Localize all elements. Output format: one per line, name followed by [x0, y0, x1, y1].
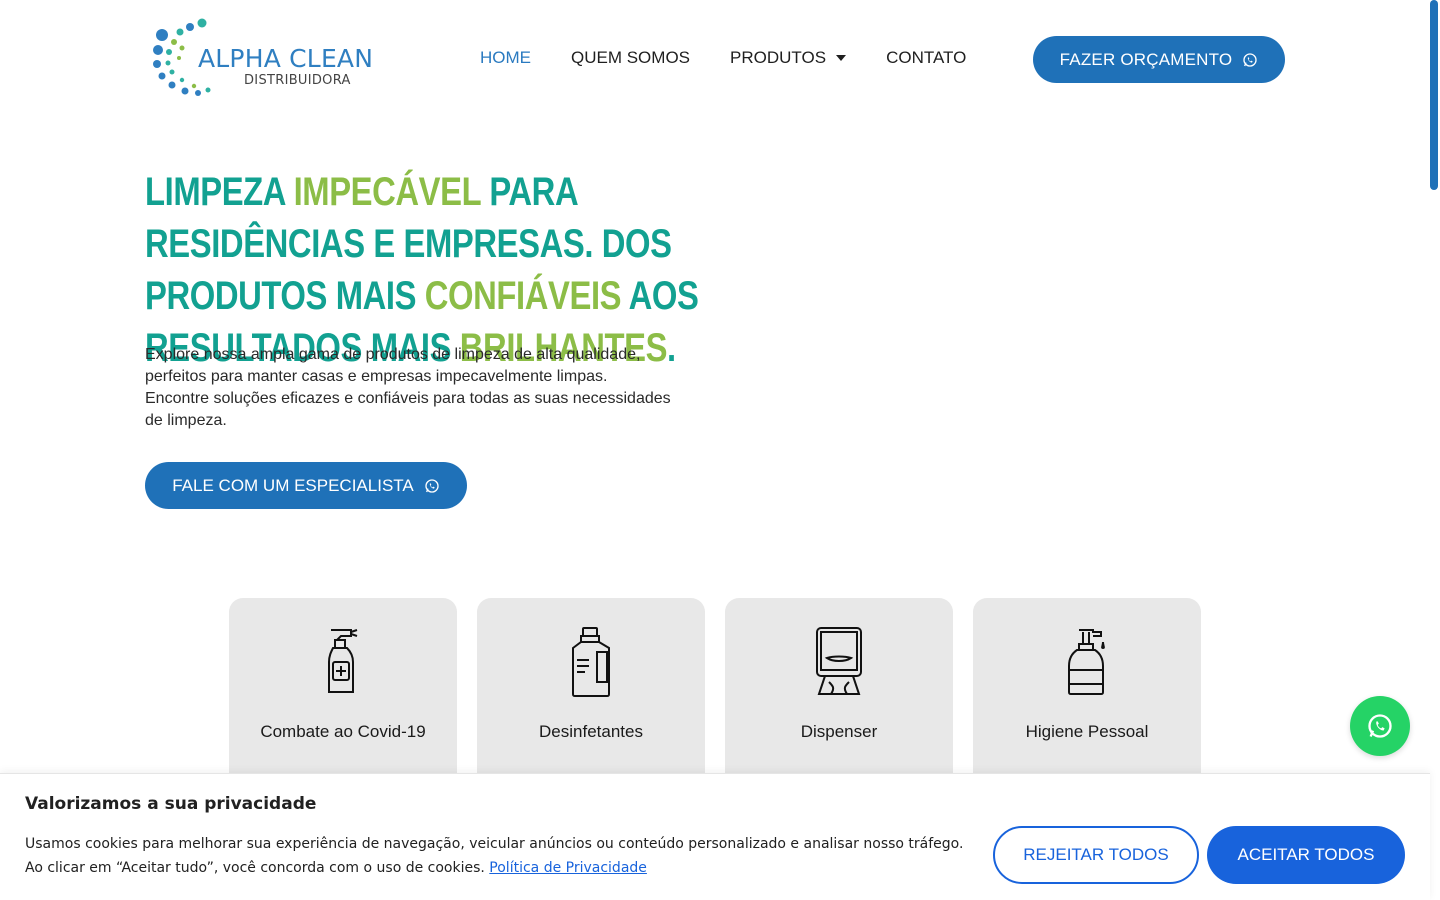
- privacy-policy-link[interactable]: Política de Privacidade: [489, 860, 647, 876]
- category-card-dispenser[interactable]: Dispenser: [725, 598, 953, 798]
- hero-heading: LIMPEZA IMPECÁVEL PARA RESIDÊNCIAS E EMP…: [145, 166, 705, 374]
- cookie-title: Valorizamos a sua privacidade: [25, 794, 317, 814]
- nav-item-label: HOME: [480, 48, 531, 67]
- whatsapp-icon: [1368, 714, 1392, 738]
- nav-item-label: PRODUTOS: [730, 48, 827, 67]
- hero-description: Explore nossa ampla gama de produtos de …: [145, 346, 671, 429]
- soap-pump-icon: [1068, 629, 1105, 695]
- cookie-text-line: Usamos cookies para melhorar sua experiê…: [25, 836, 964, 852]
- request-quote-label: FAZER ORÇAMENTO: [1059, 49, 1233, 69]
- main-nav: HOME QUEM SOMOS PRODUTOS CONTATO: [480, 48, 1006, 68]
- nav-item-produtos[interactable]: PRODUTOS: [730, 48, 847, 68]
- category-label: Higiene Pessoal: [1025, 722, 1149, 741]
- detergent-jug-icon: [572, 627, 610, 697]
- hero-heading-highlight: CONFIÁVEIS: [424, 274, 622, 318]
- accept-all-button[interactable]: ACEITAR TODOS: [1207, 826, 1405, 884]
- category-cards: Combate ao Covid-19 Desinfetantes Dispen…: [229, 598, 1221, 798]
- paper-towel-dispenser-icon: [816, 627, 862, 695]
- brand-subtitle: DISTRIBUIDORA: [244, 73, 351, 88]
- nav-item-label: QUEM SOMOS: [571, 48, 691, 67]
- hero-heading-part: LIMPEZA: [145, 170, 294, 214]
- caret-down-icon: [836, 55, 847, 61]
- page-scrollbar[interactable]: [1428, 0, 1440, 900]
- cookie-consent-banner: Valorizamos a sua privacidade Usamos coo…: [0, 773, 1430, 900]
- talk-to-specialist-label: FALE COM UM ESPECIALISTA: [172, 475, 414, 495]
- nav-item-contato[interactable]: CONTATO: [886, 48, 966, 68]
- talk-to-specialist-button[interactable]: FALE COM UM ESPECIALISTA: [145, 462, 467, 509]
- hero-heading-container: LIMPEZA IMPECÁVEL PARA RESIDÊNCIAS E EMP…: [145, 166, 705, 370]
- hero-heading-highlight: IMPECÁVEL: [293, 170, 481, 214]
- category-card-higiene[interactable]: Higiene Pessoal: [973, 598, 1201, 798]
- whatsapp-icon: [1243, 52, 1258, 67]
- nav-item-quem-somos[interactable]: QUEM SOMOS: [571, 48, 690, 68]
- site-header: ALPHA CLEAN DISTRIBUIDORA HOME QUEM SOMO…: [0, 0, 1440, 118]
- brand-name: ALPHA CLEAN: [198, 44, 374, 73]
- nav-item-home[interactable]: HOME: [480, 48, 531, 68]
- spray-bottle-icon: [328, 629, 358, 693]
- cookie-text-line: Ao clicar em “Aceitar tudo”, você concor…: [25, 860, 490, 876]
- scrollbar-thumb[interactable]: [1430, 0, 1438, 190]
- reject-all-button[interactable]: REJEITAR TODOS: [993, 826, 1199, 884]
- nav-item-label: CONTATO: [886, 48, 967, 67]
- category-label: Desinfetantes: [539, 722, 643, 741]
- category-card-covid[interactable]: Combate ao Covid-19: [229, 598, 457, 798]
- brand-logo[interactable]: ALPHA CLEAN DISTRIBUIDORA: [152, 18, 392, 98]
- cookie-text: Usamos cookies para melhorar sua experiê…: [25, 832, 975, 880]
- category-card-desinfetantes[interactable]: Desinfetantes: [477, 598, 705, 798]
- request-quote-button[interactable]: FAZER ORÇAMENTO: [1033, 36, 1285, 83]
- whatsapp-chat-button[interactable]: [1350, 696, 1410, 756]
- whatsapp-icon: [425, 478, 439, 493]
- category-label: Combate ao Covid-19: [260, 722, 426, 741]
- category-label: Dispenser: [800, 722, 878, 741]
- cookie-text-line-2: Ao clicar em “Aceitar tudo”, você concor…: [25, 856, 975, 880]
